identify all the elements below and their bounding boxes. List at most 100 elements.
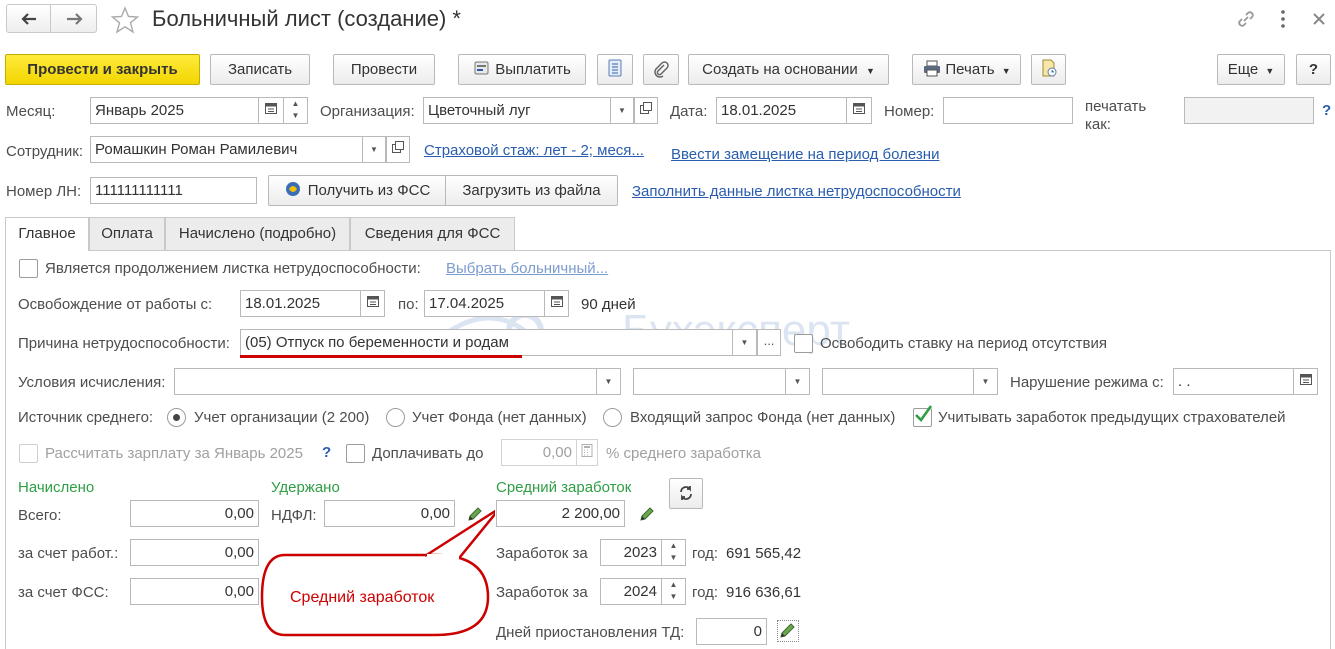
reason-dropdown-button[interactable]: ▼ [733,329,757,356]
earnings-year-2-input[interactable]: 2024 [600,578,662,605]
save-button[interactable]: Записать [210,54,310,85]
withheld-header: Удержано [271,479,340,496]
close-icon [1313,13,1325,25]
attach-button[interactable] [643,54,679,85]
spin-down-icon[interactable]: ▼ [284,110,307,122]
calc-condition-3-dropdown[interactable]: ▼ [974,368,998,395]
printer-icon [924,60,941,77]
employer-share-input[interactable]: 0,00 [130,539,259,566]
tab-payment[interactable]: Оплата [89,217,165,250]
triangle-down-icon: ▼ [740,338,749,347]
release-from-calendar-button[interactable] [361,290,385,317]
fill-sick-leave-data-link[interactable]: Заполнить данные листка нетрудоспособнос… [632,183,961,201]
calc-condition-3-input[interactable] [822,368,974,395]
print-as-help-icon[interactable]: ? [1322,102,1331,120]
journal-button[interactable] [597,54,633,85]
pay-label: Выплатить [495,61,571,78]
close-button[interactable] [1308,8,1330,30]
calc-condition-1-dropdown[interactable]: ▼ [597,368,621,395]
checkmark-icon [915,405,932,423]
prev-insurers-checkbox[interactable] [913,405,932,427]
substitute-link[interactable]: Ввести замещение на период болезни [671,146,939,164]
print-as-input[interactable] [1184,97,1314,124]
continuation-checkbox[interactable] [19,259,38,278]
spin-up-icon[interactable]: ▲ [284,98,307,110]
create-based-on-label: Создать на основании [702,61,858,78]
avg-earnings-input[interactable]: 2 200,00 [496,500,625,527]
release-to-calendar-button[interactable] [545,290,569,317]
print-preview-button[interactable] [1031,54,1066,85]
tab-fss-info[interactable]: Сведения для ФСС [350,217,515,250]
month-calendar-button[interactable] [259,97,284,124]
organization-input[interactable]: Цветочный луг [423,97,611,124]
avg-earnings-edit-button[interactable] [638,505,656,523]
suspension-days-label: Дней приостановления ТД: [496,624,685,641]
spin-up-icon[interactable]: ▲ [662,540,685,552]
forward-button[interactable] [50,4,97,33]
link-button[interactable] [1234,7,1258,31]
fss-share-input[interactable]: 0,00 [130,578,259,605]
organization-dropdown-button[interactable]: ▼ [611,97,634,124]
more-menu-button[interactable] [1272,7,1294,31]
month-spinner[interactable]: ▲ ▼ [284,97,308,124]
organization-open-button[interactable] [634,97,658,124]
topup-input[interactable]: 0,00 [501,439,577,466]
earnings-year-2-spinner[interactable]: ▲ ▼ [662,578,686,605]
suspension-edit-button[interactable] [777,620,799,642]
spin-down-icon[interactable]: ▼ [662,591,685,603]
calc-condition-2-input[interactable] [633,368,786,395]
suspension-days-input[interactable]: 0 [696,618,767,645]
post-button[interactable]: Провести [333,54,435,85]
arrow-right-icon [67,13,83,25]
date-input[interactable]: 18.01.2025 [716,97,847,124]
spin-up-icon[interactable]: ▲ [662,579,685,591]
create-based-on-button[interactable]: Создать на основании ▼ [688,54,889,85]
release-from-input[interactable]: 18.01.2025 [240,290,361,317]
free-rate-checkbox[interactable] [794,334,813,353]
calc-condition-2-dropdown[interactable]: ▼ [786,368,810,395]
tab-main[interactable]: Главное [5,217,89,251]
employee-input[interactable]: Ромашкин Роман Рамилевич [90,136,363,163]
insurance-experience-link[interactable]: Страховой стаж: лет - 2; меся... [424,142,644,160]
chevron-down-icon: ▼ [1265,66,1275,76]
calc-condition-1-input[interactable] [174,368,597,395]
date-calendar-button[interactable] [847,97,872,124]
employee-open-button[interactable] [386,136,410,163]
reason-select-button[interactable]: ... [757,329,781,356]
avg-source-incoming-radio[interactable] [603,408,622,427]
refresh-button[interactable] [669,478,703,509]
pencil-icon [780,623,795,638]
tab-accrued-detail[interactable]: Начислено (подробно) [165,217,350,250]
avg-source-org-radio[interactable] [167,408,186,427]
more-actions-button[interactable]: Еще ▼ [1217,54,1285,85]
topup-checkbox[interactable] [346,444,365,463]
month-input[interactable]: Январь 2025 [90,97,259,124]
calendar-icon [550,296,563,307]
regime-violation-calendar-button[interactable] [1294,368,1318,395]
pay-button[interactable]: Выплатить [458,54,586,85]
help-button[interactable]: ? [1296,54,1331,85]
earnings-year-1-spinner[interactable]: ▲ ▼ [662,539,686,566]
load-from-file-button[interactable]: Загрузить из файла [445,175,618,206]
employee-dropdown-button[interactable]: ▼ [363,136,386,163]
reason-input[interactable]: (05) Отпуск по беременности и родам [240,329,733,356]
get-from-fss-button[interactable]: Получить из ФСС [268,175,446,206]
print-button[interactable]: Печать ▼ [912,54,1021,85]
calc-salary-checkbox[interactable] [19,444,38,463]
number-input[interactable] [943,97,1073,124]
choose-sick-leave-link[interactable]: Выбрать больничный... [446,260,608,278]
total-input[interactable]: 0,00 [130,500,259,527]
regime-violation-input[interactable]: . . [1173,368,1294,395]
topup-calculator-button[interactable] [577,439,598,466]
sick-leave-number-label: Номер ЛН: [6,183,82,200]
release-to-input[interactable]: 17.04.2025 [424,290,545,317]
sick-leave-number-input[interactable]: 111111111111 [90,177,257,204]
post-and-close-button[interactable]: Провести и закрыть [5,54,200,85]
calc-salary-help-icon[interactable]: ? [322,444,331,462]
avg-source-fund-label: Учет Фонда (нет данных) [412,409,587,426]
earnings-year-1-input[interactable]: 2023 [600,539,662,566]
back-button[interactable] [6,4,51,33]
favorite-button[interactable] [109,5,141,35]
spin-down-icon[interactable]: ▼ [662,552,685,564]
avg-source-fund-radio[interactable] [386,408,405,427]
